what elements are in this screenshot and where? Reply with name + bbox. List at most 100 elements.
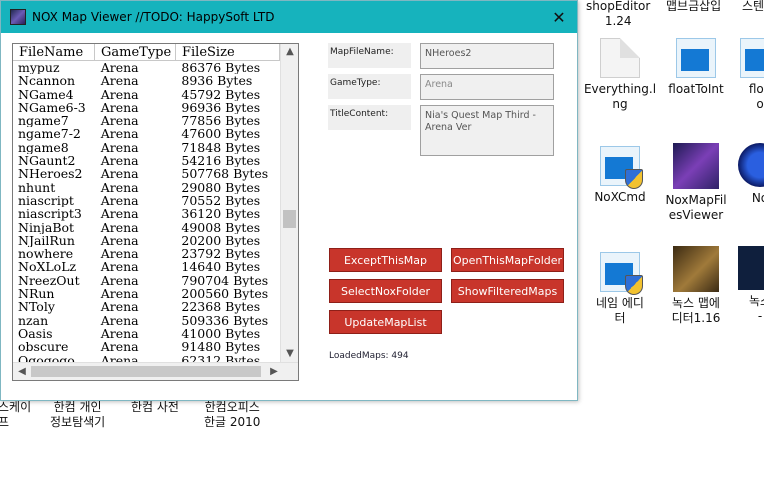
update-map-list-button[interactable]: UpdateMapList	[329, 310, 442, 334]
map-file-name-field[interactable]: NHeroes2	[420, 43, 554, 69]
table-row[interactable]: nowhere Arena 23792 Bytes	[13, 247, 280, 260]
uac-shield-icon	[625, 169, 643, 189]
table-row[interactable]: NinjaBot Arena 49008 Bytes	[13, 221, 280, 234]
open-this-map-folder-button[interactable]: OpenThisMapFolder	[451, 248, 564, 272]
app-window: NOX Map Viewer //TODO: HappySoft LTD ✕ F…	[0, 0, 578, 401]
app-window-icon	[740, 38, 764, 78]
desktop-icon-noxmapfilesviewer[interactable]: NoxMapFil esViewer	[656, 143, 736, 223]
table-row[interactable]: niascript Arena 70552 Bytes	[13, 194, 280, 207]
cell-filename: ngame7-2	[18, 127, 81, 141]
table-row[interactable]: NToly Arena 22368 Bytes	[13, 300, 280, 313]
table-row[interactable]: NRun Arena 200560 Bytes	[13, 287, 280, 300]
desktop-icon-noxcmd[interactable]: NoXCmd	[580, 146, 660, 205]
cell-gametype: Arena	[100, 87, 139, 101]
cell-gametype: Arena	[100, 273, 139, 288]
show-filtered-maps-button[interactable]: ShowFilteredMaps	[451, 279, 564, 303]
table-row[interactable]: ngame8 Arena 71848 Bytes	[13, 141, 280, 154]
table-row[interactable]: nhunt Arena 29080 Bytes	[13, 181, 280, 194]
desktop-icon-name-editor[interactable]: 네임 에디 터	[580, 252, 660, 326]
desktop-label-line: 스텐	[742, 0, 764, 13]
cell-gametype: Arena	[100, 114, 139, 128]
table-row[interactable]: nzan Arena 509336 Bytes	[13, 314, 280, 327]
scroll-up-icon[interactable]: ▲	[281, 46, 298, 57]
column-header-filesize[interactable]: FileSize	[176, 44, 280, 60]
scroll-down-icon[interactable]: ▼	[281, 348, 298, 359]
table-row[interactable]: NGaunt2 Arena 54216 Bytes	[13, 154, 280, 167]
table-row[interactable]: NGame6-3 Arena 96936 Bytes	[13, 101, 280, 114]
column-header-gametype[interactable]: GameType	[95, 44, 176, 60]
desktop-icon-nox-map-editor[interactable]: 녹스 맵에 디터1.16	[656, 246, 736, 326]
cell-gametype: Arena	[100, 127, 139, 141]
table-row[interactable]: mypuz Arena 86376 Bytes	[13, 61, 280, 74]
desktop-icon-nox[interactable]: 녹스 -	[730, 246, 764, 324]
desktop-label-hancom-dict[interactable]: 한컴 사전	[131, 400, 179, 415]
desktop-icon-everything[interactable]: Everything.l ng	[580, 38, 660, 112]
game-type-field[interactable]: Arena	[420, 74, 554, 100]
cell-filesize: 86376 Bytes	[181, 61, 261, 75]
desktop-icon-label: Everything.l	[583, 82, 657, 96]
desktop-icon-label: 네임 에디	[596, 296, 644, 310]
app-window-icon	[676, 38, 716, 78]
cell-filename: NGame4	[18, 87, 74, 101]
except-this-map-button[interactable]: ExceptThisMap	[329, 248, 442, 272]
desktop-label-shopeditor[interactable]: shopEditor 1.24	[586, 0, 650, 29]
cell-filesize: 91480 Bytes	[181, 340, 261, 354]
cell-filesize: 36120 Bytes	[181, 207, 261, 221]
select-nox-folder-button[interactable]: SelectNoxFolder	[329, 279, 442, 303]
cell-filesize: 45792 Bytes	[181, 87, 261, 101]
cell-filesize: 71848 Bytes	[181, 140, 261, 155]
column-header-filename[interactable]: FileName	[13, 44, 95, 60]
desktop-label-hancom-privacy[interactable]: 한컴 개인 정보탐색기	[50, 400, 105, 430]
horizontal-scroll-thumb[interactable]	[31, 366, 261, 377]
table-row[interactable]: niascript3 Arena 36120 Bytes	[13, 207, 280, 220]
desktop-label-line: 프	[0, 415, 10, 429]
cell-gametype: Arena	[100, 247, 139, 261]
cell-filename: Oasis	[18, 326, 53, 341]
table-row[interactable]: NJailRun Arena 20200 Bytes	[13, 234, 280, 247]
cell-filename: NJailRun	[18, 233, 75, 248]
desktop-icon-label: NoxMapFil	[665, 193, 727, 207]
desktop-label-line: 정보탐색기	[50, 415, 106, 429]
map-list[interactable]: FileName GameType FileSize mypuz Arena 863…	[12, 43, 299, 381]
desktop-icon-floattoint[interactable]: floatToInt	[656, 38, 736, 97]
cell-filesize: 23792 Bytes	[181, 247, 261, 261]
desktop-icon-label: No	[751, 191, 764, 205]
cell-filesize: 790704 Bytes	[181, 273, 269, 288]
table-row[interactable]: Ncannon Arena 8936 Bytes	[13, 74, 280, 87]
cell-filename: mypuz	[18, 61, 60, 75]
cell-gametype: Arena	[100, 260, 139, 274]
close-button[interactable]: ✕	[541, 1, 577, 33]
nox-app-icon	[673, 143, 719, 189]
desktop-label-partial[interactable]: 스텐	[742, 0, 764, 14]
shortcut-icon	[738, 246, 764, 290]
cell-filename: NHeroes2	[18, 167, 83, 181]
desktop-icon-floa[interactable]: floa o	[730, 38, 764, 112]
desktop-label-hancom-office[interactable]: 한컴오피스 한글 2010	[204, 400, 260, 430]
cell-gametype: Arena	[100, 340, 139, 354]
desktop-label-mapbg[interactable]: 맵브금삽입	[666, 0, 721, 14]
table-row[interactable]: NoXLoLz Arena 14640 Bytes	[13, 260, 280, 273]
app-window-shield-icon	[600, 252, 643, 295]
cell-filesize: 20200 Bytes	[181, 233, 261, 248]
cell-gametype: Arena	[100, 61, 139, 75]
title-bar[interactable]: NOX Map Viewer //TODO: HappySoft LTD ✕	[1, 1, 577, 33]
table-row[interactable]: ngame7-2 Arena 47600 Bytes	[13, 127, 280, 140]
table-row[interactable]: NGame4 Arena 45792 Bytes	[13, 88, 280, 101]
document-icon	[600, 38, 640, 78]
vertical-scrollbar[interactable]: ▲ ▼	[280, 44, 298, 364]
title-content-field[interactable]: Nia's Quest Map Third - Arena Ver	[420, 105, 554, 156]
cell-gametype: Arena	[100, 233, 139, 248]
vertical-scroll-thumb[interactable]	[283, 210, 296, 228]
horizontal-scrollbar[interactable]: ◀ ▶	[13, 362, 298, 380]
table-row[interactable]: Oasis Arena 41000 Bytes	[13, 327, 280, 340]
table-row[interactable]: NreezOut Arena 790704 Bytes	[13, 274, 280, 287]
desktop-icon-no[interactable]: No	[730, 143, 764, 206]
scroll-right-icon[interactable]: ▶	[265, 366, 283, 377]
cell-gametype: Arena	[100, 313, 139, 327]
desktop-label-skype[interactable]: 스케이 프	[0, 400, 31, 430]
scroll-left-icon[interactable]: ◀	[13, 366, 31, 377]
window-title: NOX Map Viewer //TODO: HappySoft LTD	[32, 10, 275, 24]
table-row[interactable]: obscure Arena 91480 Bytes	[13, 340, 280, 353]
table-row[interactable]: NHeroes2 Arena 507768 Bytes	[13, 167, 280, 180]
table-row[interactable]: ngame7 Arena 77856 Bytes	[13, 114, 280, 127]
